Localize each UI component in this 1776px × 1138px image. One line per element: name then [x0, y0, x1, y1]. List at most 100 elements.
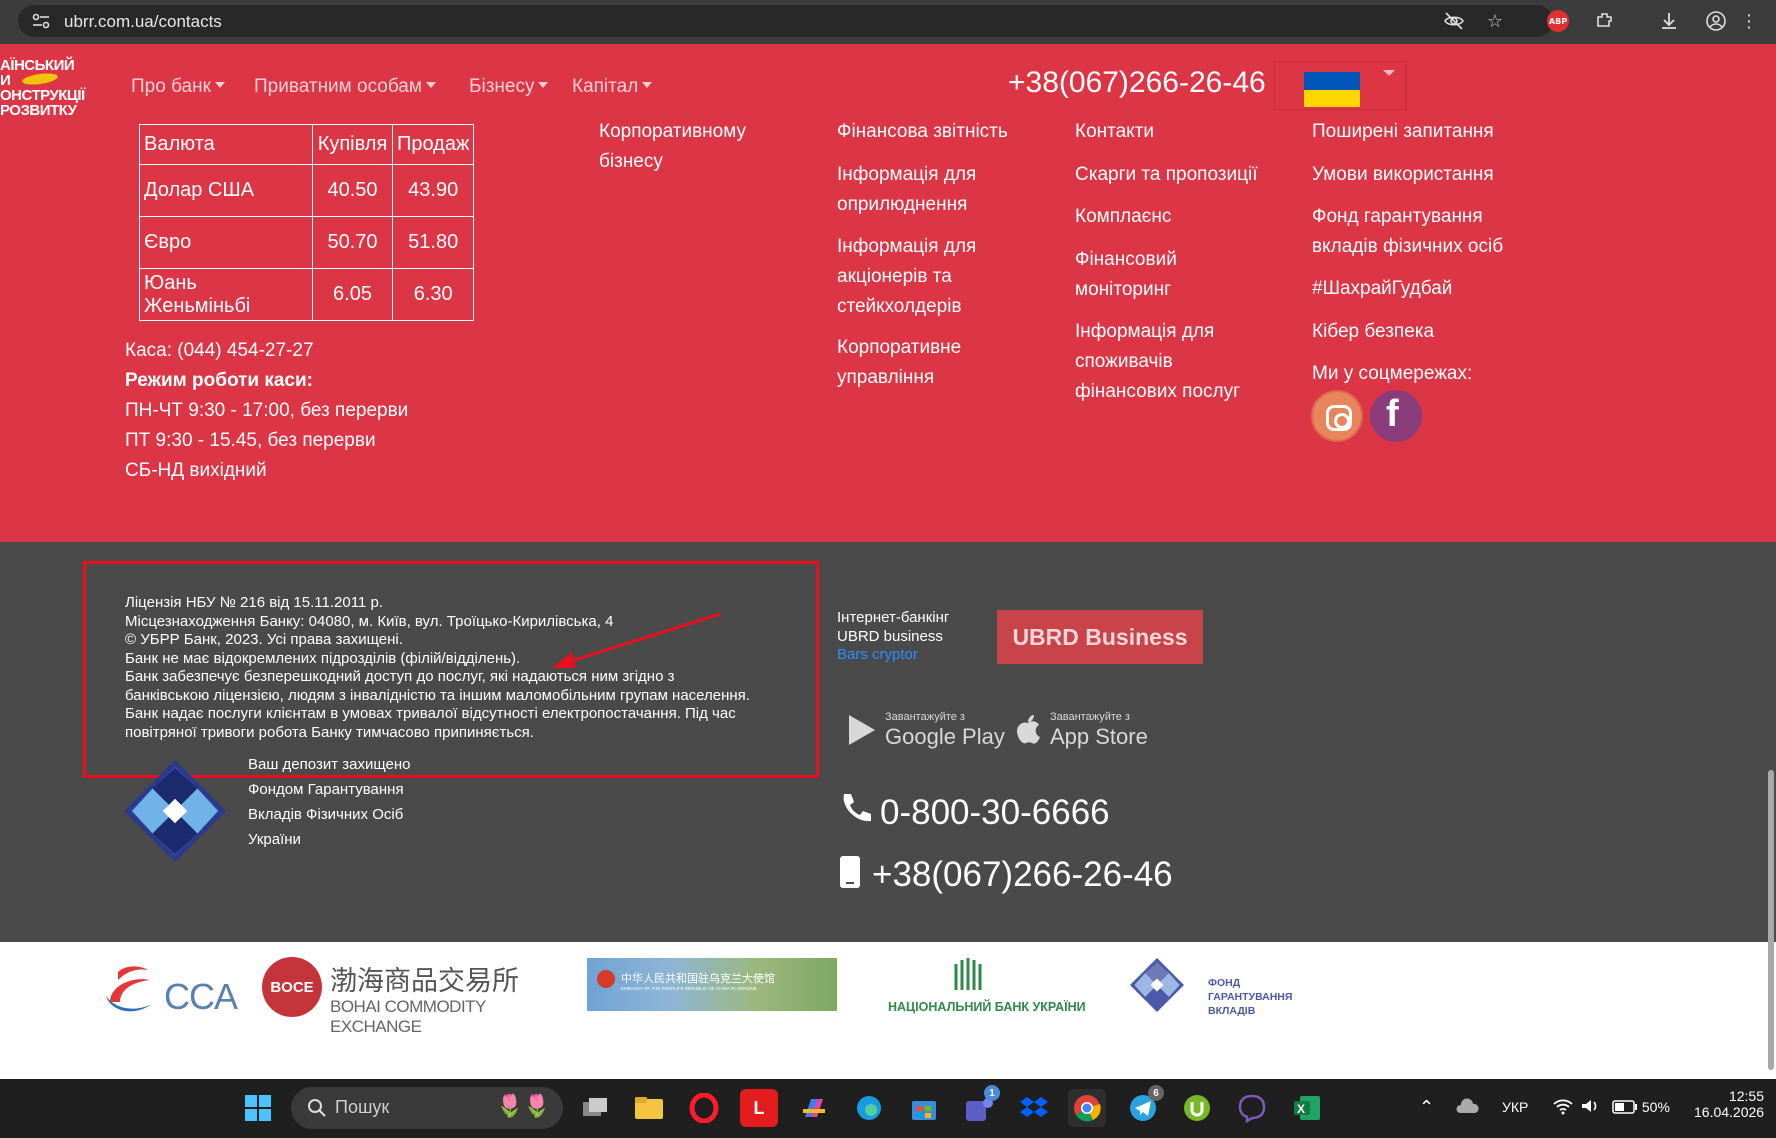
link-financial-reports[interactable]: Фінансова звітність — [837, 117, 1037, 147]
table-row: Євро 50.70 51.80 — [139, 216, 475, 269]
opera-icon[interactable] — [685, 1089, 723, 1127]
link-corporate-governance[interactable]: Корпоративне управління — [837, 333, 1037, 393]
bars-cryptor-link[interactable]: Bars cryptor — [837, 646, 949, 665]
link-deposit-guarantee-fund[interactable]: Фонд гарантування вкладів фізичних осіб — [1312, 202, 1532, 262]
link-terms-of-use[interactable]: Умови використання — [1312, 160, 1552, 190]
copilot-icon[interactable] — [795, 1089, 833, 1127]
footer-top: АЇНСЬКИЙ И ОНСТРУКЦІЇ РОЗВИТКУ Про банк … — [0, 44, 1776, 542]
nbu-emblem-icon — [954, 958, 982, 990]
link-shareholders-info[interactable]: Інформація для акціонерів та стейкхолдер… — [837, 232, 1037, 322]
buy-rate: 50.70 — [312, 216, 393, 269]
download-icon[interactable] — [1656, 8, 1682, 34]
fgvfo-emblem-icon — [1130, 958, 1184, 1012]
google-play-icon — [849, 715, 875, 745]
svg-text:X: X — [1297, 1102, 1305, 1116]
language-selector[interactable] — [1274, 61, 1407, 110]
task-view-icon[interactable] — [576, 1089, 614, 1127]
boce-logo[interactable]: BOCE 渤海商品交易所 BOHAI COMMODITY EXCHANGE — [262, 955, 522, 1036]
nav-business[interactable]: Бізнесу — [469, 76, 549, 98]
logo-line: АЇНСЬКИЙ — [0, 57, 75, 74]
instagram-icon[interactable] — [1311, 390, 1363, 442]
taskbar-search[interactable]: Пошук 🌷🌷 — [291, 1087, 563, 1129]
dropbox-icon[interactable] — [1015, 1089, 1053, 1127]
edge-icon[interactable] — [850, 1089, 888, 1127]
link-compliance[interactable]: Комплаєнс — [1075, 202, 1295, 232]
emblem-icon — [597, 970, 615, 988]
battery-indicator[interactable]: 50% — [1612, 1099, 1670, 1115]
fgvfo-logo[interactable]: ФОНД ГАРАНТУВАННЯ ВКЛАДІВ — [1130, 956, 1320, 1017]
bank-logo[interactable]: АЇНСЬКИЙ И ОНСТРУКЦІЇ РОЗВИТКУ — [0, 58, 95, 120]
link-cyber-security[interactable]: Кібер безпека — [1312, 317, 1552, 347]
onedrive-icon[interactable] — [1456, 1097, 1480, 1118]
wifi-icon[interactable] — [1552, 1097, 1574, 1118]
windows-taskbar: Пошук 🌷🌷 L 1 6 X ⌃ УКР 50% 12:55 16.04.2… — [0, 1079, 1776, 1138]
chrome-icon[interactable] — [1068, 1089, 1106, 1127]
cashier-phone[interactable]: Каса: (044) 454-27-27 — [125, 340, 314, 362]
address-bar[interactable]: ubrr.com.ua/contacts — [18, 5, 1553, 37]
link-corporate-business[interactable]: Корпоративному бізнесу — [599, 117, 799, 177]
header-phone[interactable]: +38(067)266-26-46 — [1008, 66, 1266, 100]
bookmark-star-icon[interactable]: ☆ — [1482, 8, 1508, 34]
cashier-hours-line: ПН-ЧТ 9:30 - 17:00, без перерви — [125, 400, 409, 421]
teams-icon[interactable]: 1 — [960, 1085, 1000, 1127]
apple-icon — [1017, 715, 1040, 744]
google-play-badge[interactable]: Завантажуйте з Google Play — [845, 707, 1005, 757]
deposit-guarantee-fund-logo — [124, 760, 226, 862]
link-scam-goodbye[interactable]: #ШахрайГудбай — [1312, 274, 1552, 304]
column-header: Продаж — [391, 124, 475, 165]
adblock-icon[interactable]: ABP — [1547, 10, 1569, 32]
sell-rate: 43.90 — [391, 164, 475, 217]
site-settings-icon[interactable] — [32, 13, 50, 29]
currency-rates-table: Валюта Купівля Продаж Долар США 40.50 43… — [139, 124, 475, 321]
facebook-icon[interactable]: f — [1370, 390, 1422, 442]
hotline-free[interactable]: 0-800-30-6666 — [838, 792, 1110, 833]
link-complaints[interactable]: Скарги та пропозиції — [1075, 160, 1295, 190]
currency-name: Долар США — [139, 164, 313, 217]
nbu-logo[interactable]: НАЦІОНАЛЬНИЙ БАНК УКРАЇНИ — [888, 956, 1086, 1020]
telegram-icon[interactable]: 6 — [1124, 1085, 1164, 1127]
viber-icon[interactable] — [1233, 1089, 1271, 1127]
nav-about-bank[interactable]: Про банк — [131, 76, 225, 98]
china-embassy-banner[interactable]: 中华人民共和国驻乌克兰大使馆 EMBASSY OF THE PEOPLE'S R… — [587, 958, 837, 1011]
link-faq[interactable]: Поширені запитання — [1312, 117, 1552, 147]
boce-badge: BOCE — [262, 957, 322, 1017]
link-financial-monitoring[interactable]: Фінансовий моніторинг — [1075, 245, 1215, 305]
nav-private-clients[interactable]: Приватним особам — [254, 76, 436, 98]
windows-start-icon[interactable] — [239, 1089, 277, 1127]
cashier-hours-line: ПТ 9:30 - 15.45, без перерви — [125, 430, 376, 451]
volume-icon[interactable] — [1580, 1097, 1602, 1118]
app-store-badge[interactable]: Завантажуйте з App Store — [1012, 707, 1162, 757]
cca-logo[interactable]: CCA — [104, 962, 238, 1022]
logo-line: И — [0, 72, 11, 89]
page-scrollbar[interactable] — [1768, 770, 1774, 1070]
url-text[interactable]: ubrr.com.ua/contacts — [64, 12, 222, 32]
chevron-down-icon — [425, 82, 436, 88]
profile-icon[interactable] — [1703, 8, 1729, 34]
eye-off-icon[interactable] — [1441, 8, 1467, 34]
link-contacts[interactable]: Контакти — [1075, 117, 1295, 147]
footer-bottom: Ліцензія НБУ № 216 від 15.11.2011 р. Міс… — [0, 542, 1776, 942]
deposit-protected-text: Ваш депозит захищено Фондом Гарантування… — [248, 756, 411, 848]
nav-capital[interactable]: Капітал — [572, 76, 653, 98]
logo-line: РОЗВИТКУ — [0, 102, 77, 119]
hotline-mobile[interactable]: +38(067)266-26-46 — [838, 854, 1173, 895]
link-disclosure-info[interactable]: Інформація для оприлюднення — [837, 160, 1037, 220]
extensions-icon[interactable] — [1592, 8, 1618, 34]
table-header-row: Валюта Купівля Продаж — [139, 124, 475, 165]
input-language[interactable]: УКР — [1502, 1099, 1528, 1115]
clock[interactable]: 12:55 16.04.2026 — [1694, 1088, 1764, 1120]
excel-icon[interactable]: X — [1288, 1089, 1326, 1127]
table-row: Юань Женьміньбі 6.05 6.30 — [139, 268, 475, 321]
chevron-down-icon — [642, 82, 653, 88]
menu-kebab-icon[interactable]: ⋮ — [1736, 8, 1762, 34]
utorrent-icon[interactable] — [1178, 1089, 1216, 1127]
store-icon[interactable] — [905, 1089, 943, 1127]
chevron-up-icon[interactable]: ⌃ — [1419, 1097, 1434, 1118]
currency-name: Євро — [139, 216, 313, 269]
file-explorer-icon[interactable] — [630, 1089, 668, 1127]
link-consumer-info[interactable]: Інформація для споживачів фінансових пос… — [1075, 317, 1265, 407]
ubrd-business-button[interactable]: UBRD Business — [997, 610, 1203, 664]
l-app-icon[interactable]: L — [740, 1089, 778, 1127]
tulips-icon: 🌷🌷 — [496, 1093, 551, 1118]
social-label: Ми у соцмережах: — [1312, 363, 1473, 384]
